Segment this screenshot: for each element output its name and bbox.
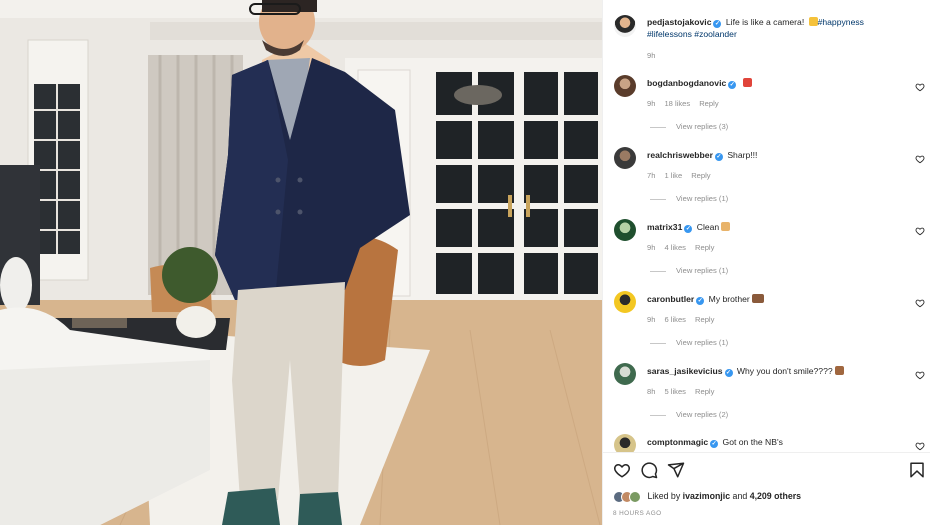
avatar[interactable]: [614, 75, 636, 97]
heart-icon[interactable]: [915, 298, 925, 308]
comment-text: Got on the NB's: [722, 437, 783, 447]
comment-age: 8h: [647, 387, 656, 396]
avatar[interactable]: [614, 291, 636, 313]
verified-badge-icon: ✓: [714, 153, 723, 161]
avatar[interactable]: [614, 15, 636, 37]
share-icon[interactable]: [667, 461, 685, 479]
view-replies-button[interactable]: View replies (1): [650, 194, 728, 204]
comment-likes[interactable]: 18 likes: [664, 99, 690, 108]
divider: [650, 270, 666, 272]
comment-age: 7h: [647, 171, 656, 180]
post-photo[interactable]: [0, 0, 602, 525]
avatar[interactable]: [614, 147, 636, 169]
comment-text: Why you don't smile????: [736, 366, 833, 376]
comment-text: My brother: [708, 294, 750, 304]
verified-badge-icon: ✓: [728, 81, 737, 89]
hashtag[interactable]: #lifelessons: [647, 29, 692, 39]
reply-button[interactable]: Reply: [695, 315, 714, 324]
heart-icon[interactable]: [613, 461, 631, 479]
comment-text: Sharp!!!: [727, 150, 758, 160]
comment-likes[interactable]: 6 likes: [664, 315, 686, 324]
verified-badge-icon: ✓: [684, 225, 693, 233]
comment-age: 9h: [647, 315, 656, 324]
comment-username[interactable]: matrix31: [647, 222, 682, 232]
comment-username[interactable]: saras_jasikevicius: [647, 366, 723, 376]
fist-emoji-icon: [751, 294, 764, 303]
liked-by-others[interactable]: 4,209 others: [750, 491, 801, 501]
comment-text: Clean: [696, 222, 720, 232]
comment-username[interactable]: caronbutler: [647, 294, 694, 304]
liked-by-prefix: Liked by: [647, 491, 681, 501]
comment-username[interactable]: realchriswebber: [647, 150, 713, 160]
verified-badge-icon: ✓: [710, 440, 719, 448]
heart-icon[interactable]: [915, 370, 925, 380]
view-replies-button[interactable]: View replies (3): [650, 122, 728, 132]
comment-age: 9h: [647, 99, 656, 108]
view-replies-label: View replies (1): [676, 266, 729, 275]
view-replies-label: View replies (2): [676, 410, 729, 419]
comments-scroll[interactable]: pedjastojakovic ✓ Life is like a camera! …: [603, 0, 930, 452]
liked-by-user[interactable]: ivazimonjic: [683, 491, 730, 501]
verified-badge-icon: ✓: [713, 20, 722, 28]
reply-button[interactable]: Reply: [695, 387, 714, 396]
view-replies-label: View replies (3): [676, 122, 729, 131]
view-replies-label: View replies (1): [676, 338, 729, 347]
post-author[interactable]: pedjastojakovic: [647, 17, 711, 27]
comment-likes[interactable]: 1 like: [664, 171, 682, 180]
post-timestamp: 8 HOURS AGO: [613, 510, 662, 517]
comment-username[interactable]: comptonmagic: [647, 437, 708, 447]
comment-age: 9h: [647, 243, 656, 252]
comments-panel: pedjastojakovic ✓ Life is like a camera! …: [602, 0, 930, 525]
hands-face-emoji-icon: [721, 222, 731, 231]
heart-icon[interactable]: [915, 226, 925, 236]
heart-icon[interactable]: [915, 441, 925, 451]
divider: [650, 414, 666, 416]
heart-icon[interactable]: [915, 82, 925, 92]
hashtag[interactable]: #happyness: [818, 17, 864, 27]
avatar[interactable]: [614, 363, 636, 385]
action-bar: Liked by ivazimonjic and 4,209 others 8 …: [603, 452, 930, 525]
heart-icon[interactable]: [915, 154, 925, 164]
comment-likes[interactable]: 5 likes: [664, 387, 686, 396]
shoe-emoji-icon: [742, 78, 752, 87]
hashtag[interactable]: #zoolander: [694, 29, 737, 39]
verified-badge-icon: ✓: [724, 369, 733, 377]
bookmark-icon[interactable]: [908, 461, 926, 479]
liked-by-row: Liked by ivazimonjic and 4,209 others: [613, 489, 801, 503]
view-replies-button[interactable]: View replies (1): [650, 266, 728, 276]
sunglasses-emoji-icon: [808, 17, 818, 26]
reply-button[interactable]: Reply: [699, 99, 718, 108]
liked-by-and: and: [732, 491, 748, 501]
verified-badge-icon: ✓: [696, 297, 705, 305]
divider: [650, 198, 666, 200]
avatar[interactable]: [614, 219, 636, 241]
view-replies-button[interactable]: View replies (2): [650, 410, 728, 420]
avatar[interactable]: [614, 434, 636, 452]
post-caption-text: Life is like a camera!: [725, 17, 807, 27]
divider: [650, 342, 666, 344]
view-replies-button[interactable]: View replies (1): [650, 338, 728, 348]
monkey-emoji-icon: [834, 366, 844, 375]
comment-likes[interactable]: 4 likes: [664, 243, 686, 252]
reply-button[interactable]: Reply: [691, 171, 710, 180]
photo-illustration: [0, 0, 602, 525]
comment-username[interactable]: bogdanbogdanovic: [647, 78, 726, 88]
view-replies-label: View replies (1): [676, 194, 729, 203]
comment-icon[interactable]: [640, 461, 658, 479]
reply-button[interactable]: Reply: [695, 243, 714, 252]
avatar: [629, 490, 641, 503]
post-age: 9h: [647, 51, 656, 60]
divider: [650, 126, 666, 128]
